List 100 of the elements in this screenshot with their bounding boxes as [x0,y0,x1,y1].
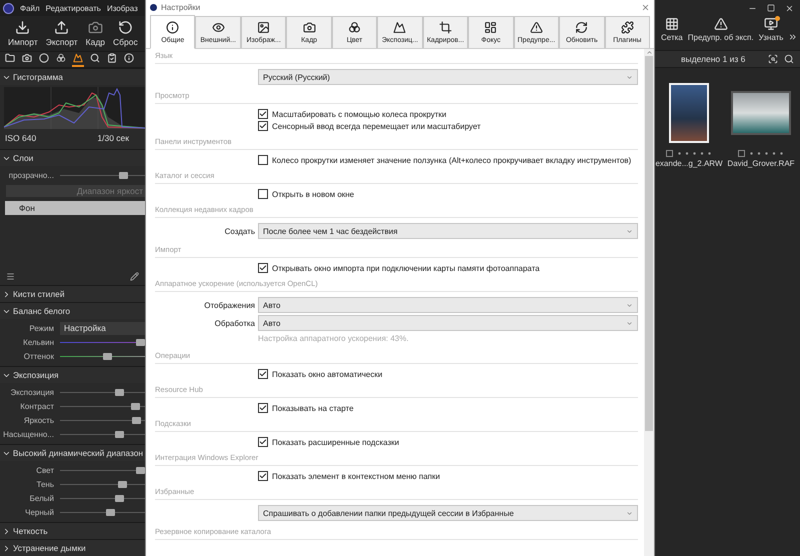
video-icon [764,17,778,31]
slider-thumb[interactable] [136,338,145,346]
rating-dots-icon[interactable] [678,152,712,155]
rating-dots-icon[interactable] [750,152,784,155]
slider-thumb[interactable] [115,430,124,438]
camera-icon [302,21,316,34]
warning-icon [530,21,543,34]
menu-item[interactable]: Изобраз [106,4,138,13]
scroll-up-icon[interactable] [646,49,652,56]
camera-icon [22,53,32,63]
menu-icon[interactable] [6,272,15,281]
checkbox[interactable] [258,189,268,199]
caret-icon [626,510,633,516]
checkbox[interactable] [258,403,268,413]
dropdown[interactable]: Авто [258,315,638,331]
maximize-icon[interactable] [767,4,775,12]
more-icon[interactable] [788,32,798,42]
mountain-icon [393,21,406,34]
scrollbar[interactable] [644,49,654,556]
field-label: Обработка [214,318,255,328]
slider[interactable] [60,494,145,502]
slider[interactable] [60,352,145,360]
download-icon [15,20,30,36]
section-header[interactable]: Гистограмма [0,68,145,85]
slider-label: прозрачно... [8,170,54,180]
slider-thumb[interactable] [136,466,145,474]
slider-thumb[interactable] [102,352,112,360]
toolbar-button[interactable]: Импорт [8,20,38,48]
close-icon[interactable] [785,4,794,13]
checkbox-label: Показать элемент в контекстном меню папки [272,472,440,480]
slider-thumb[interactable] [115,494,124,502]
slider[interactable] [60,508,145,516]
slider-thumb[interactable] [106,508,116,516]
slider[interactable] [60,338,145,346]
checkbox-label: Открывать окно импорта при подключении карты памяти фотоаппарата [272,264,540,272]
camera-icon [88,20,103,36]
dropdown[interactable]: Русский (Русский) [258,69,638,85]
checkbox[interactable] [258,155,268,165]
section-header[interactable]: Высокий динамический диапазон [0,444,145,461]
menu-item[interactable]: Файл [20,4,40,13]
photo-placeholder[interactable] [731,91,791,135]
slider-label: Контраст [19,402,54,410]
caret-icon [626,228,633,234]
crop-icon [438,21,452,34]
checkbox[interactable] [258,121,268,131]
layout-icon [484,21,498,34]
slider[interactable] [60,416,145,424]
slider[interactable] [60,170,145,180]
search-icon[interactable] [784,54,794,64]
slider-thumb[interactable] [130,402,140,410]
section-header[interactable]: Устранение дымки [0,539,145,556]
toolbar-button[interactable]: Сброс [113,20,138,48]
slider-thumb[interactable] [115,388,124,396]
image-icon [257,21,270,34]
toolbar-button[interactable]: Предупр. об эксп. [688,17,754,42]
field-label: Отображения [203,300,255,310]
checkbox[interactable] [258,263,268,273]
checkbox[interactable] [258,471,268,481]
slider[interactable] [60,466,145,474]
three-circles-icon [56,53,66,63]
zoom-search-icon[interactable] [768,54,778,64]
circle-icon [39,53,49,63]
slider-thumb[interactable] [132,416,142,424]
file-name: David_Grover.RAF [727,159,795,168]
three-circles-icon [348,21,362,34]
mode-dropdown[interactable]: Настройка [60,322,145,334]
slider[interactable] [60,480,145,488]
slider-label: Яркость [22,416,54,424]
checkbox-label: Показать окно автоматически [272,370,382,378]
dropdown[interactable]: Авто [258,297,638,313]
file-name: exande...g_2.ARW [655,159,722,168]
close-icon[interactable] [641,2,650,12]
section-header[interactable]: Экспозиция [0,366,145,383]
checkbox[interactable] [258,369,268,379]
clipboard-icon [107,53,117,63]
layer-row[interactable]: Фон [5,201,145,215]
toolbar-button[interactable]: Кадр [86,20,106,48]
toolbar-button[interactable]: Узнать [758,17,784,42]
warning-icon [714,17,728,31]
slider-label: Кельвин [22,338,54,346]
checkbox[interactable] [738,150,745,157]
dropdown[interactable]: После более чем 1 час бездействия [258,223,638,239]
slider-label: Свет [35,466,54,474]
checkbox[interactable] [666,150,673,157]
checkbox[interactable] [258,109,268,119]
window-title: Настройки [161,2,202,12]
toolbar-button[interactable]: Сетка [661,17,683,42]
refresh-icon [575,21,588,34]
pencil-icon[interactable] [130,272,139,281]
upload-icon [54,20,70,36]
slider-thumb[interactable] [118,480,127,488]
dropdown[interactable]: Спрашивать о добавлении папки предыдущей сессии в Избранные [258,505,638,521]
menu-item[interactable]: Редактировать [46,4,101,13]
slider[interactable] [60,430,145,438]
slider-thumb[interactable] [119,172,128,178]
slider[interactable] [60,388,145,396]
slider[interactable] [60,402,145,410]
toolbar-button[interactable]: Экспорт [46,20,78,48]
checkbox[interactable] [258,437,268,447]
folder-icon [5,53,15,63]
